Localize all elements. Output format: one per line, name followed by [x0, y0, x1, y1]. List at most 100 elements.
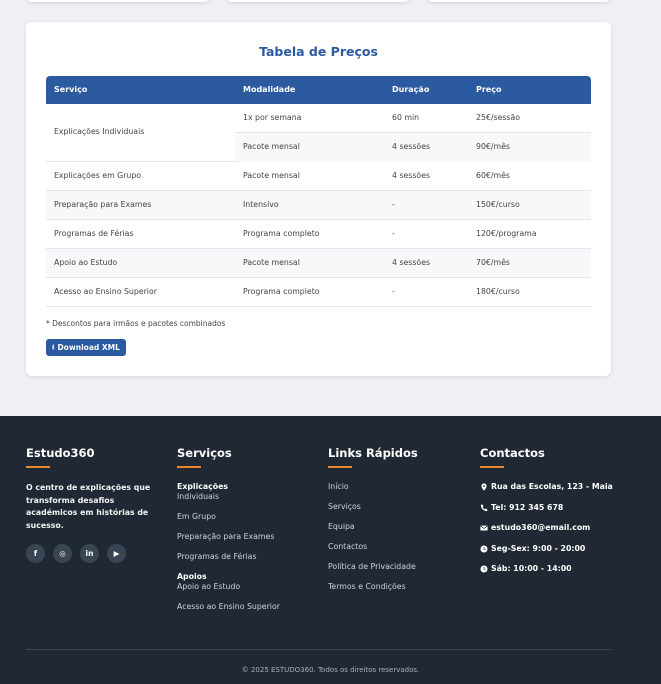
header-price: Preço [476, 85, 502, 94]
footer-services-title: Serviços [177, 446, 232, 460]
footer-services: Serviços Explicações Individuais Em Grupo… [177, 446, 327, 622]
cell-price: 70€/mês [476, 258, 510, 267]
footer-link-servicos[interactable]: Serviços [328, 502, 478, 512]
footer-service-link[interactable]: Programas de Férias [177, 552, 327, 562]
contact-address: Rua das Escolas, 123 - Maia [480, 482, 620, 493]
cell-service: Explicações Individuais [54, 127, 145, 136]
header-duration: Duração [392, 85, 430, 94]
download-xml-button[interactable]: ⭳ Download XML [46, 339, 126, 356]
cell-mode: Pacote mensal [243, 142, 300, 151]
cell-duration: - [392, 229, 395, 238]
cell-service: Apoio ao Estudo [54, 258, 118, 267]
header-mode: Modalidade [243, 85, 296, 94]
service-card [26, 0, 210, 2]
contact-hours-text: Seg-Sex: 9:00 - 20:00 [491, 543, 586, 553]
table-row: Programas de Férias Programa completo - … [46, 220, 591, 249]
service-group-label: Explicações [177, 482, 229, 491]
table-row: Preparação para Exames Intensivo - 150€/… [46, 191, 591, 220]
footer-copyright: © 2025 ESTUDO360. Todos os direitos rese… [241, 666, 420, 674]
email-icon [480, 525, 488, 531]
cell-mode: Programa completo [243, 287, 320, 296]
phone-icon [480, 504, 488, 511]
cell-duration: 4 sessões [392, 171, 431, 180]
cell-price: 150€/curso [476, 200, 520, 209]
cell-duration: 4 sessões [392, 258, 431, 267]
cell-duration: 60 min [392, 113, 420, 122]
service-card [427, 0, 611, 2]
footer-link-equipa[interactable]: Equipa [328, 522, 478, 532]
cell-duration: 4 sessões [392, 142, 431, 151]
discount-note: * Descontos para irmãos e pacotes combin… [46, 319, 226, 328]
table-row: Apoio ao Estudo Pacote mensal 4 sessões … [46, 249, 591, 278]
table-subrow: Pacote mensal 4 sessões 90€/mês [235, 133, 591, 162]
cell-duration: - [392, 200, 395, 209]
facebook-icon[interactable]: f [26, 544, 45, 563]
cell-mode: Pacote mensal [243, 171, 300, 180]
download-label: Download XML [57, 343, 120, 352]
footer-service-link[interactable]: Explicações Individuais [177, 482, 327, 502]
pricing-table: Serviço Modalidade Duração Preço Explica… [46, 76, 591, 307]
footer-accent-bar [328, 466, 352, 468]
contact-hours-saturday: Sáb: 10:00 - 14:00 [480, 564, 620, 575]
footer-service-link[interactable]: Em Grupo [177, 512, 327, 522]
contact-email[interactable]: estudo360@email.com [480, 523, 620, 534]
service-link-text: Individuais [177, 492, 220, 501]
youtube-icon[interactable]: ▶ [107, 544, 126, 563]
cell-mode: Intensivo [243, 200, 279, 209]
linkedin-icon[interactable]: in [80, 544, 99, 563]
footer-contacts: Contactos Rua das Escolas, 123 - Maia Te… [480, 446, 620, 585]
cell-mode: Programa completo [243, 229, 320, 238]
cell-duration: - [392, 287, 395, 296]
footer-service-link[interactable]: Apoios Apoio ao Estudo [177, 572, 327, 592]
footer-divider [26, 649, 611, 650]
table-row: Acesso ao Ensino Superior Programa compl… [46, 278, 591, 307]
cell-service: Programas de Férias [54, 229, 134, 238]
footer-accent-bar [480, 466, 504, 468]
social-links: f ◎ in ▶ [26, 544, 176, 563]
footer-brand: Estudo360 [26, 446, 95, 460]
table-subrow: 1x por semana 60 min 25€/sessão [235, 104, 591, 133]
cell-service: Explicações em Grupo [54, 171, 142, 180]
table-row: Explicações Individuais 1x por semana 60… [46, 104, 591, 162]
footer-link-privacidade[interactable]: Política de Privacidade [328, 562, 478, 572]
cell-price: 120€/programa [476, 229, 537, 238]
footer-service-link[interactable]: Acesso ao Ensino Superior [177, 602, 327, 612]
clock-icon [480, 565, 488, 573]
contact-phone-text: Tel: 912 345 678 [491, 502, 564, 512]
footer-contacts-title: Contactos [480, 446, 545, 460]
contact-email-text: estudo360@email.com [491, 523, 591, 532]
table-row: Explicações em Grupo Pacote mensal 4 ses… [46, 162, 591, 191]
top-cards-strip [0, 0, 661, 4]
service-link-text: Apoio ao Estudo [177, 582, 241, 591]
service-card [226, 0, 410, 2]
clock-icon [480, 545, 488, 553]
cell-mode: Pacote mensal [243, 258, 300, 267]
cell-service: Preparação para Exames [54, 200, 152, 209]
footer-links: Links Rápidos Início Serviços Equipa Con… [328, 446, 478, 602]
footer-link-termos[interactable]: Termos e Condições [328, 582, 478, 592]
map-pin-icon [481, 483, 487, 491]
cell-price: 180€/curso [476, 287, 520, 296]
footer-link-inicio[interactable]: Início [328, 482, 478, 492]
table-header: Serviço Modalidade Duração Preço [46, 76, 591, 104]
footer-service-link[interactable]: Preparação para Exames [177, 532, 327, 542]
cell-mode: 1x por semana [243, 113, 302, 122]
pricing-card: Tabela de Preços Serviço Modalidade Dura… [26, 22, 611, 376]
pricing-title: Tabela de Preços [259, 44, 378, 59]
site-footer: Estudo360 O centro de explicações que tr… [0, 416, 661, 684]
footer-about: Estudo360 O centro de explicações que tr… [26, 446, 176, 563]
service-group-label: Apoios [177, 572, 207, 581]
footer-accent-bar [26, 466, 50, 468]
contact-phone[interactable]: Tel: 912 345 678 [480, 503, 620, 514]
instagram-icon[interactable]: ◎ [53, 544, 72, 563]
cell-price: 90€/mês [476, 142, 510, 151]
cell-price: 25€/sessão [476, 113, 521, 122]
footer-links-title: Links Rápidos [328, 446, 418, 460]
cell-price: 60€/mês [476, 171, 510, 180]
footer-link-contactos[interactable]: Contactos [328, 542, 478, 552]
contact-address-text: Rua das Escolas, 123 - Maia [491, 482, 613, 491]
contact-hours-weekday: Seg-Sex: 9:00 - 20:00 [480, 544, 620, 555]
header-service: Serviço [54, 85, 88, 94]
cell-service: Acesso ao Ensino Superior [54, 287, 157, 296]
contact-hours-text: Sáb: 10:00 - 14:00 [491, 564, 572, 573]
